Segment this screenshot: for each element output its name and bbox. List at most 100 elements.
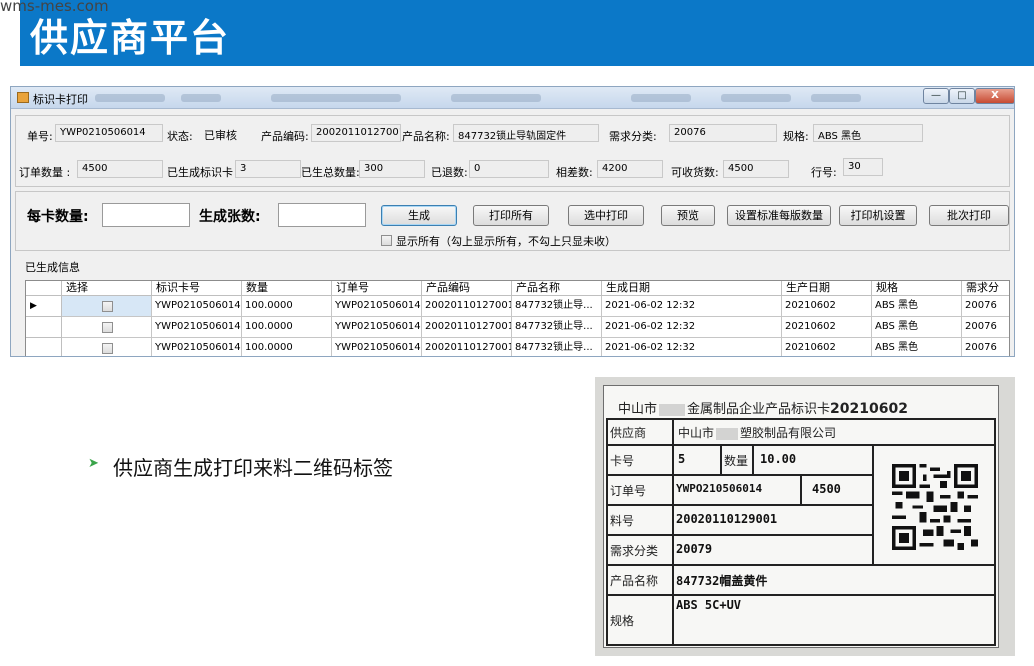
order-label: 订单号 [610,484,647,498]
returned-label: 已退数: [431,166,468,179]
table-cell: ABS 黑色 [872,338,962,356]
table-cell: YWP0210506014-7 [152,317,242,338]
print-all-button[interactable]: 打印所有 [473,205,549,226]
order-qty-label: 订单数量 : [19,166,71,179]
table-cell: 2021-06-02 12:32 [602,296,782,317]
minimize-button[interactable]: — [923,88,949,104]
order-no-label: 单号: [27,130,53,143]
row-select-cell[interactable] [62,296,152,317]
current-row-marker[interactable]: ▶ [26,296,62,317]
row-select-cell[interactable] [62,338,152,356]
column-header[interactable]: 选择 [62,281,152,296]
table-cell: 2021-06-02 12:32 [602,317,782,338]
spec-label: 规格: [783,130,809,143]
table-cell: 847732锁止导... [512,317,602,338]
product-value: 847732帽盖黄件 [676,574,768,588]
spec-label: 规格 [610,614,635,628]
sheet-count-input[interactable] [278,203,366,227]
bullet-text: 供应商生成打印来料二维码标签 [113,456,393,480]
table-cell: 100.0000 [242,338,332,356]
show-all-checkbox[interactable] [381,235,392,246]
per-card-qty-input[interactable] [102,203,190,227]
batch-print-button[interactable]: 批次打印 [929,205,1009,226]
generated-info-label: 已生成信息 [25,261,80,274]
table-cell: 20210602 [782,296,872,317]
table-line [720,444,722,474]
row-select-checkbox[interactable] [102,343,113,354]
row-select-checkbox[interactable] [102,301,113,312]
maximize-button[interactable]: □ [949,88,975,104]
column-header[interactable]: 订单号 [332,281,422,296]
order-no-field: YWP0210506014 [55,124,163,142]
difference-field: 4200 [597,160,663,178]
redacted-text [451,94,541,102]
page-title: 供应商平台 [30,16,231,60]
material-label: 料号 [610,514,635,528]
table-line [606,504,874,506]
line-no-label: 行号: [811,166,837,179]
generated-cards-label: 已生成标识卡 [167,166,233,179]
status-field: 已审核 [204,129,237,142]
table-cell: 20076 [962,296,1009,317]
column-header[interactable]: 产品名称 [512,281,602,296]
preview-button[interactable]: 预览 [661,205,715,226]
table-line [800,474,802,504]
supplier-value: 中山市 塑胶制品有限公司 [678,426,837,440]
column-header[interactable]: 需求分 [962,281,1009,296]
column-header[interactable]: 产品编码 [422,281,512,296]
table-cell: 847732锁止导... [512,296,602,317]
column-header[interactable]: 标识卡号 [152,281,242,296]
redacted-text [95,94,165,102]
table-cell: ABS 黑色 [872,317,962,338]
row-header[interactable] [26,317,62,338]
titlebar: 标识卡打印 — □ X [11,87,1014,109]
demand-category-field: 20076 [669,124,777,142]
generate-button[interactable]: 生成 [381,205,457,226]
column-header[interactable]: 规格 [872,281,962,296]
table-cell: 20076 [962,338,1009,356]
table-cell: YWP0210506014 [332,296,422,317]
line-no-field: 30 [843,158,883,176]
window-title: 标识卡打印 [33,93,88,106]
printer-settings-button[interactable]: 打印机设置 [839,205,917,226]
table-cell: 20020110127001 [422,296,512,317]
print-selected-button[interactable]: 选中打印 [568,205,644,226]
column-header[interactable]: 数量 [242,281,332,296]
qty-value: 10.00 [760,452,797,466]
app-icon [17,92,29,103]
table-line [606,564,996,566]
set-standard-qty-button[interactable]: 设置标准每版数量 [727,205,831,226]
table-line [872,444,874,564]
redacted-text [716,427,739,440]
show-all-label: 显示所有（勾上显示所有，不勾上只显未收） [396,235,616,248]
card-no-value: 5 [678,452,686,466]
redacted-text [631,94,691,102]
product-name-field: 847732锁止导轨固定件 [453,124,599,142]
order-line-value: 4500 [812,482,841,496]
table-line [752,444,754,474]
product-code-field: 20020110127001 [311,124,401,142]
receivable-field: 4500 [723,160,789,178]
qr-code-icon [892,464,978,550]
generated-cards-grid: 选择 标识卡号 数量 订单号 产品编码 产品名称 生成日期 生产日期 规格 需求… [25,280,1010,356]
table-cell: 100.0000 [242,296,332,317]
order-qty-field: 4500 [77,160,163,178]
receivable-label: 可收货数: [671,166,719,179]
table-cell: 20076 [962,317,1009,338]
label-card-title: 中山市 金属制品企业产品标识卡20210602 [618,401,908,417]
table-cell: YWP0210506014-8 [152,296,242,317]
material-value: 20020110129001 [676,512,778,526]
label-print-window: 标识卡打印 — □ X 单号: YWP0210506014 状态: 已审核 产品… [10,86,1015,357]
product-code-label: 产品编码: [261,130,309,143]
table-line [606,474,874,476]
row-select-cell[interactable] [62,317,152,338]
difference-label: 相差数: [556,166,593,179]
row-select-checkbox[interactable] [102,322,113,333]
row-header[interactable] [26,338,62,356]
spec-value: ABS 5C+UV [676,598,742,612]
close-button[interactable]: X [975,88,1014,104]
per-card-qty-label: 每卡数量: [27,209,89,225]
column-header[interactable]: 生产日期 [782,281,872,296]
qty-label: 数量 [724,454,749,468]
column-header[interactable]: 生成日期 [602,281,782,296]
